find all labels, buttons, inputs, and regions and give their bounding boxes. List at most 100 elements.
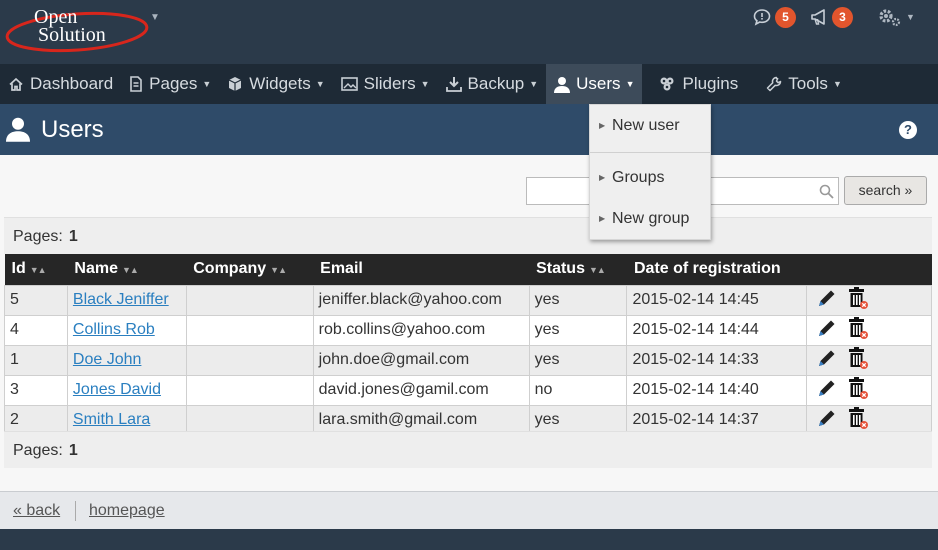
- cell-email: rob.collins@yahoo.com: [312, 314, 530, 346]
- image-icon: [340, 77, 358, 91]
- menu-item-widgets[interactable]: Widgets ▼: [219, 64, 332, 104]
- user-name-link[interactable]: Collins Rob: [73, 321, 155, 338]
- page-link-current[interactable]: 1: [69, 228, 78, 245]
- menu-item-plugins[interactable]: Plugins: [642, 64, 746, 104]
- chevron-down-icon: ▼: [529, 79, 539, 89]
- edit-icon[interactable]: [816, 377, 838, 404]
- main-menu: Dashboard Pages ▼ Widgets ▼ Sliders ▼ Backu…: [0, 64, 938, 104]
- chevron-down-icon: ▼: [420, 79, 430, 89]
- pagination-bottom: Pages: 1: [4, 431, 932, 468]
- column-header-name[interactable]: Name ▼▲: [67, 254, 187, 285]
- cell-actions: [806, 314, 932, 346]
- cell-date: 2015-02-14 14:44: [626, 314, 808, 346]
- edit-icon[interactable]: [816, 407, 838, 434]
- cell-actions: [806, 344, 932, 376]
- caret-right-icon: ▶: [599, 173, 606, 182]
- notifications-button[interactable]: 5: [753, 6, 796, 28]
- user-icon: [6, 117, 30, 142]
- column-header-id[interactable]: Id ▼▲: [4, 254, 68, 285]
- cell-id: 3: [4, 374, 68, 406]
- wrench-icon: [767, 76, 782, 92]
- cell-name: Jones David: [66, 374, 187, 406]
- gears-icon: [879, 9, 901, 27]
- back-link[interactable]: « back: [13, 502, 60, 520]
- menu-item-dashboard[interactable]: Dashboard: [0, 64, 121, 104]
- dropdown-item-groups[interactable]: ▶ Groups: [590, 166, 710, 190]
- table-row: 4 Collins Rob rob.collins@yahoo.com yes 2015…: [4, 314, 932, 346]
- chevron-down-icon: ▼: [906, 12, 915, 22]
- table-row: 3 Jones David david.jones@gamil.com no 2015-…: [4, 374, 932, 406]
- cube-icon: [229, 77, 242, 91]
- menu-item-tools[interactable]: Tools ▼: [746, 64, 850, 104]
- dropdown-divider: [590, 152, 710, 153]
- cell-email: john.doe@gmail.com: [312, 344, 530, 376]
- cell-actions: [806, 374, 932, 406]
- menu-item-sliders[interactable]: Sliders ▼: [333, 64, 438, 104]
- download-icon: [445, 77, 462, 92]
- dropdown-item-new-group[interactable]: ▶ New group: [590, 207, 710, 231]
- cell-status: yes: [528, 344, 628, 376]
- cell-actions: [806, 284, 932, 316]
- caret-right-icon: ▶: [599, 214, 606, 223]
- page-header: Users: [0, 104, 938, 155]
- edit-icon[interactable]: [816, 347, 838, 374]
- divider: [75, 501, 76, 521]
- column-header-email: Email: [313, 254, 530, 285]
- notifications-count-badge: 5: [775, 6, 796, 28]
- chevron-down-icon[interactable]: ▼: [150, 12, 160, 23]
- chevron-down-icon: ▼: [315, 79, 325, 89]
- edit-icon[interactable]: [816, 317, 838, 344]
- help-icon[interactable]: ?: [899, 121, 917, 139]
- dropdown-item-new-user[interactable]: ▶ New user: [590, 114, 710, 138]
- homepage-link[interactable]: homepage: [89, 502, 165, 520]
- user-name-link[interactable]: Jones David: [73, 381, 161, 398]
- delete-icon[interactable]: [846, 346, 870, 375]
- users-table: Id ▼▲ Name ▼▲ Company ▼▲ Email Status ▼▲ Dat…: [4, 254, 932, 436]
- delete-icon[interactable]: [846, 316, 870, 345]
- page-icon: [130, 76, 142, 92]
- cell-status: no: [528, 374, 628, 406]
- cell-email: david.jones@gamil.com: [312, 374, 530, 406]
- cell-company: [185, 284, 314, 316]
- sort-arrows-icon: ▼▲: [122, 265, 139, 276]
- cell-name: Black Jeniffer: [66, 284, 187, 316]
- cell-status: yes: [528, 284, 628, 316]
- caret-right-icon: ▶: [599, 121, 606, 130]
- plugin-icon: [660, 77, 674, 91]
- open-solution-logo[interactable]: Open Solution: [4, 2, 150, 54]
- delete-icon[interactable]: [846, 286, 870, 315]
- column-header-actions: [806, 254, 932, 285]
- sort-arrows-icon: ▼▲: [588, 265, 606, 276]
- user-icon: [554, 76, 571, 93]
- chevron-down-icon: ▼: [202, 79, 212, 89]
- sort-arrows-icon: ▼▲: [29, 265, 47, 276]
- cell-id: 1: [4, 344, 68, 376]
- edit-icon[interactable]: [816, 287, 838, 314]
- user-name-link[interactable]: Smith Lara: [73, 411, 150, 428]
- table-row: 5 Black Jeniffer jeniffer.black@yahoo.com y…: [4, 284, 932, 316]
- messages-button[interactable]: 3: [810, 6, 853, 28]
- table-header-row: Id ▼▲ Name ▼▲ Company ▼▲ Email Status ▼▲ Dat…: [4, 254, 932, 285]
- settings-menu-button[interactable]: ▼: [878, 6, 915, 28]
- user-name-link[interactable]: Doe John: [73, 351, 142, 368]
- user-name-link[interactable]: Black Jeniffer: [73, 291, 169, 308]
- column-header-date: Date of registration: [626, 254, 807, 285]
- column-header-status[interactable]: Status ▼▲: [529, 254, 627, 285]
- delete-icon[interactable]: [846, 376, 870, 405]
- menu-item-pages[interactable]: Pages ▼: [121, 64, 219, 104]
- page-link-current[interactable]: 1: [69, 442, 78, 459]
- column-header-company[interactable]: Company ▼▲: [186, 254, 314, 285]
- chevron-down-icon: ▼: [625, 79, 635, 89]
- cell-email: jeniffer.black@yahoo.com: [312, 284, 530, 316]
- menu-item-users[interactable]: Users ▼: [546, 64, 643, 104]
- messages-count-badge: 3: [832, 6, 853, 28]
- search-button[interactable]: search »: [844, 176, 927, 205]
- comment-icon: [753, 9, 771, 26]
- cell-company: [185, 314, 314, 346]
- cell-id: 5: [4, 284, 68, 316]
- cell-company: [185, 374, 314, 406]
- home-icon: [9, 77, 23, 91]
- svg-text:Solution: Solution: [38, 24, 106, 46]
- menu-item-backup[interactable]: Backup ▼: [438, 64, 547, 104]
- search-icon: [819, 184, 834, 199]
